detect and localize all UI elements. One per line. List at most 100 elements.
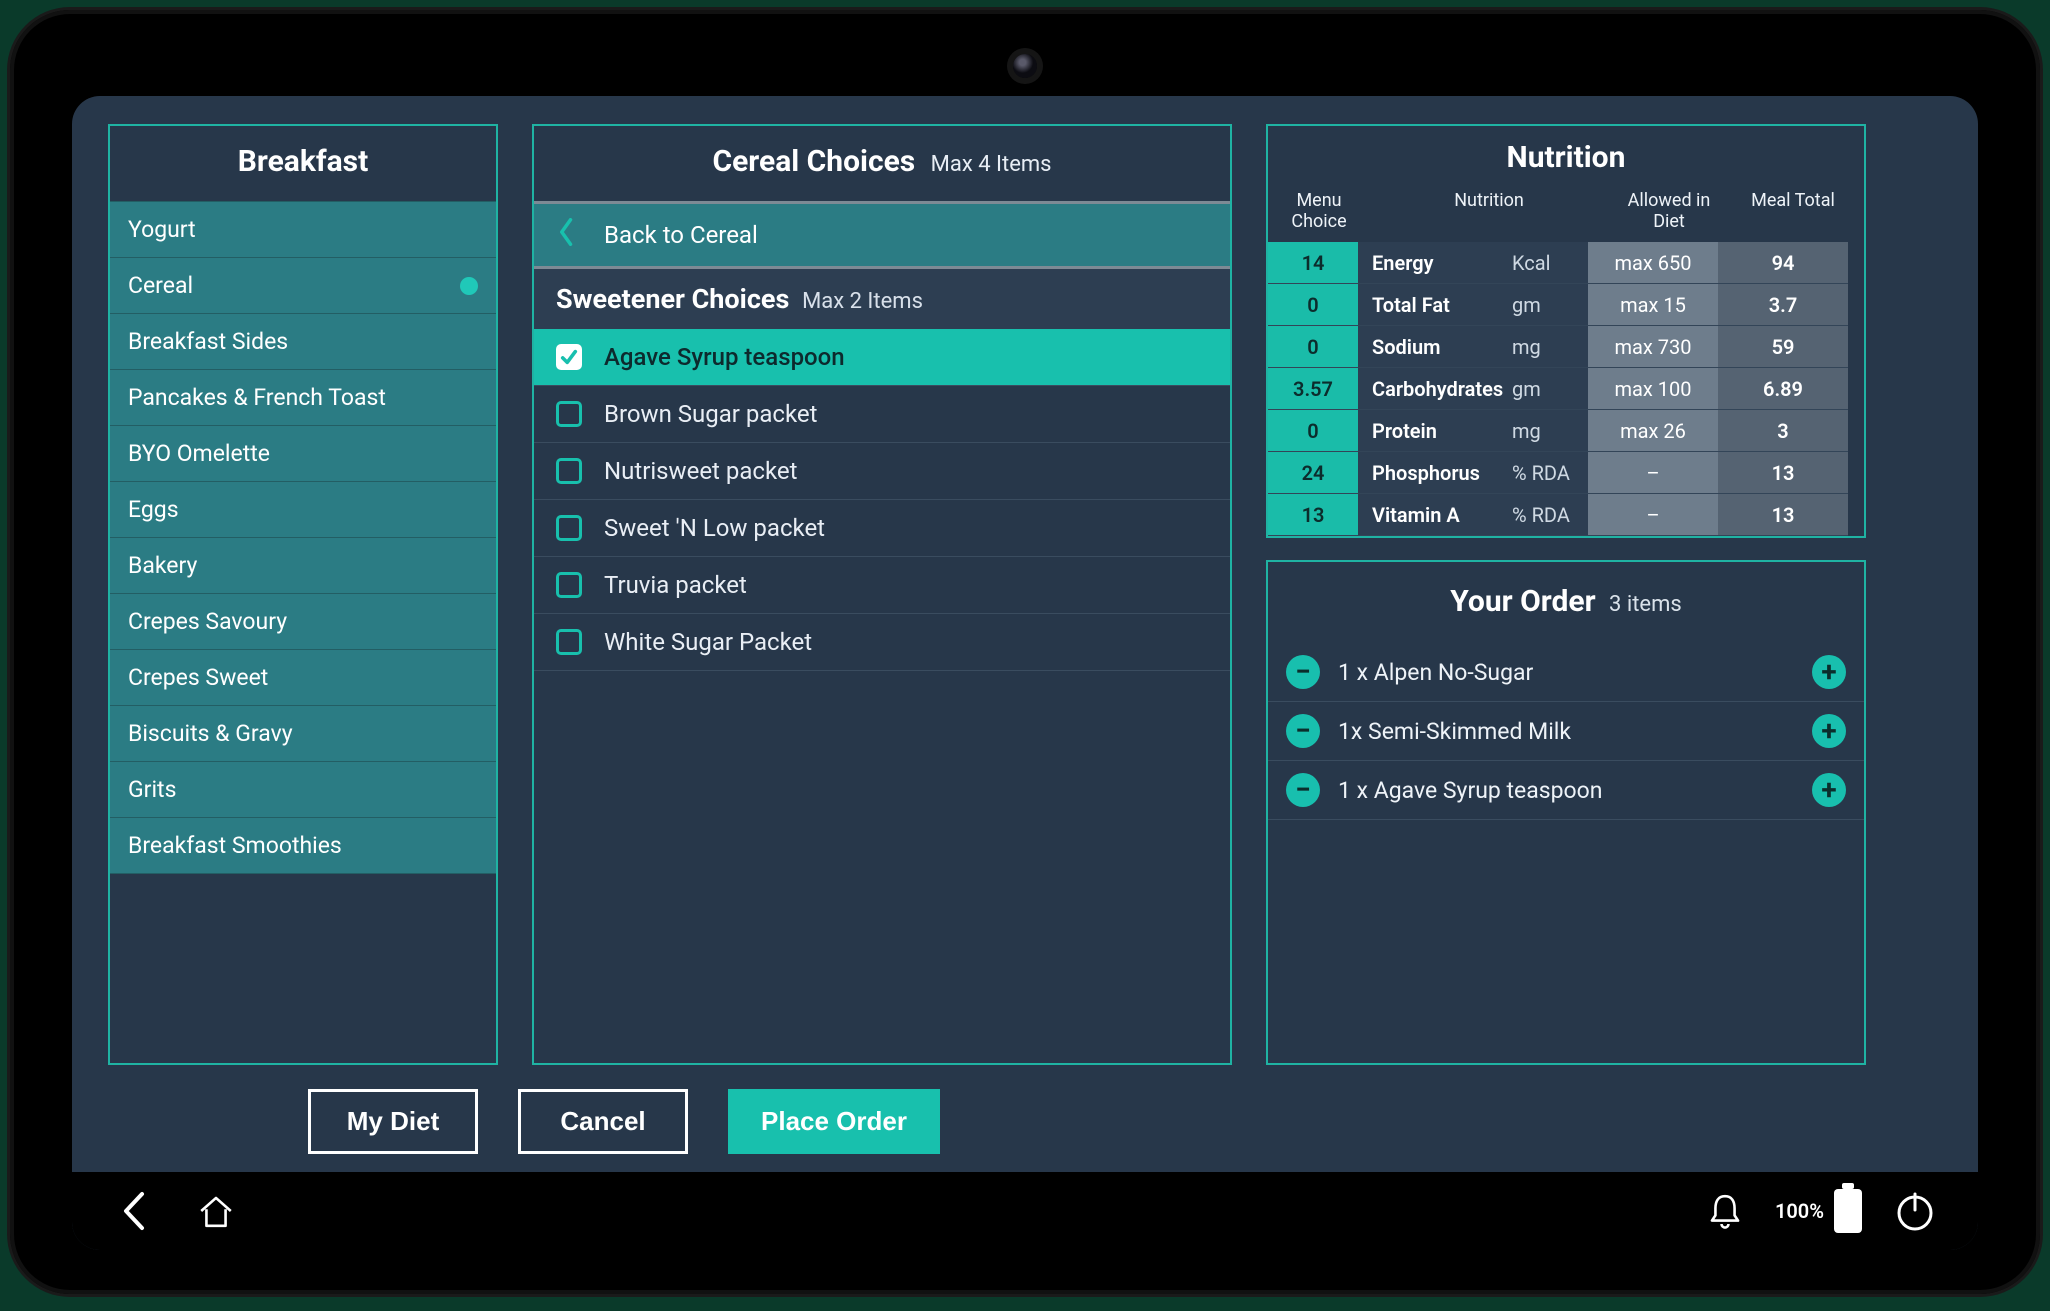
choice-item[interactable]: Sweet 'N Low packet bbox=[534, 500, 1230, 557]
nut-name: Protein bbox=[1358, 410, 1508, 452]
nutrition-row: 24Phosphorus% RDA–13 bbox=[1268, 452, 1864, 494]
nut-total: 3 bbox=[1718, 410, 1848, 452]
nutrition-row: 14EnergyKcalmax 65094 bbox=[1268, 242, 1864, 284]
sidebar-item-label: Pancakes & French Toast bbox=[128, 384, 386, 411]
sidebar-item-label: Yogurt bbox=[128, 216, 196, 243]
sidebar-item[interactable]: BYO Omelette bbox=[110, 425, 496, 481]
nut-allowed: – bbox=[1588, 452, 1718, 494]
nutrition-row: 0Sodiummgmax 73059 bbox=[1268, 326, 1864, 368]
nutrition-row: 3.57Carbohydratesgmmax 1006.89 bbox=[1268, 368, 1864, 410]
nut-allowed: – bbox=[1588, 494, 1718, 536]
choice-label: White Sugar Packet bbox=[604, 628, 812, 656]
action-bar: My Diet Cancel Place Order bbox=[108, 1065, 1232, 1154]
active-dot-icon bbox=[460, 277, 478, 295]
minus-icon[interactable]: − bbox=[1286, 655, 1320, 689]
sidebar-item-label: BYO Omelette bbox=[128, 440, 270, 467]
nut-name: Energy bbox=[1358, 242, 1508, 284]
choice-item[interactable]: Nutrisweet packet bbox=[534, 443, 1230, 500]
order-item-label: 1 x Agave Syrup teaspoon bbox=[1338, 777, 1794, 804]
nutrition-rows: 14EnergyKcalmax 650940Total Fatgmmax 153… bbox=[1268, 242, 1864, 536]
minus-icon[interactable]: − bbox=[1286, 714, 1320, 748]
sidebar-item-label: Crepes Savoury bbox=[128, 608, 287, 635]
subgroup-header: Sweetener Choices Max 2 Items bbox=[534, 269, 1230, 329]
sidebar-item-label: Breakfast Sides bbox=[128, 328, 288, 355]
sidebar-panel: Breakfast Yogurt Cereal Breakfast Sides Pan… bbox=[108, 124, 498, 1065]
checkbox-icon bbox=[556, 629, 582, 655]
back-to-cereal-button[interactable]: Back to Cereal bbox=[534, 201, 1230, 269]
choice-list: Agave Syrup teaspoonBrown Sugar packet Nu… bbox=[534, 329, 1230, 671]
plus-icon[interactable]: + bbox=[1812, 773, 1846, 807]
sidebar-item-label: Breakfast Smoothies bbox=[128, 832, 342, 859]
battery-icon bbox=[1834, 1189, 1862, 1233]
sidebar-item[interactable]: Crepes Savoury bbox=[110, 593, 496, 649]
choice-item[interactable]: White Sugar Packet bbox=[534, 614, 1230, 671]
battery-percent: 100% bbox=[1775, 1199, 1824, 1223]
nut-total: 13 bbox=[1718, 494, 1848, 536]
nut-unit: mg bbox=[1508, 410, 1588, 452]
nut-unit: % RDA bbox=[1508, 452, 1588, 494]
tablet-frame: Breakfast Yogurt Cereal Breakfast Sides Pan… bbox=[10, 10, 2040, 1294]
nut-total: 3.7 bbox=[1718, 284, 1848, 326]
bell-icon[interactable] bbox=[1705, 1191, 1745, 1231]
plus-icon[interactable]: + bbox=[1812, 714, 1846, 748]
choice-item[interactable]: Brown Sugar packet bbox=[534, 386, 1230, 443]
right-column: Nutrition Menu Choice Nutrition Allowed … bbox=[1266, 124, 1866, 1065]
sidebar-item-label: Crepes Sweet bbox=[128, 664, 268, 691]
nut-head-choice: Menu Choice bbox=[1274, 191, 1364, 232]
sidebar-item[interactable]: Breakfast Smoothies bbox=[110, 817, 496, 874]
nutrition-row: 0Proteinmgmax 263 bbox=[1268, 410, 1864, 452]
app-content: Breakfast Yogurt Cereal Breakfast Sides Pan… bbox=[72, 96, 1978, 1172]
back-icon[interactable] bbox=[112, 1188, 158, 1234]
choices-title-text: Cereal Choices bbox=[712, 144, 915, 179]
nut-name: Phosphorus bbox=[1358, 452, 1508, 494]
home-icon[interactable] bbox=[196, 1191, 236, 1231]
choice-label: Nutrisweet packet bbox=[604, 457, 797, 485]
nut-total: 13 bbox=[1718, 452, 1848, 494]
nut-allowed: max 730 bbox=[1588, 326, 1718, 368]
choice-item[interactable]: Agave Syrup teaspoon bbox=[534, 329, 1230, 386]
sidebar-item[interactable]: Crepes Sweet bbox=[110, 649, 496, 705]
nut-total: 59 bbox=[1718, 326, 1848, 368]
my-diet-button[interactable]: My Diet bbox=[308, 1089, 478, 1154]
sidebar-item[interactable]: Breakfast Sides bbox=[110, 313, 496, 369]
minus-icon[interactable]: − bbox=[1286, 773, 1320, 807]
place-order-button[interactable]: Place Order bbox=[728, 1089, 940, 1154]
sidebar-item[interactable]: Eggs bbox=[110, 481, 496, 537]
nut-total: 6.89 bbox=[1718, 368, 1848, 410]
sidebar-item[interactable]: Cereal bbox=[110, 257, 496, 313]
power-icon[interactable] bbox=[1892, 1188, 1938, 1234]
plus-icon[interactable]: + bbox=[1812, 655, 1846, 689]
camera-dot bbox=[1013, 54, 1037, 78]
sidebar-item-label: Bakery bbox=[128, 552, 197, 579]
sidebar-title: Breakfast bbox=[110, 126, 496, 201]
subgroup-sub: Max 2 Items bbox=[802, 289, 923, 314]
choice-item[interactable]: Truvia packet bbox=[534, 557, 1230, 614]
nut-allowed: max 650 bbox=[1588, 242, 1718, 284]
nut-unit: gm bbox=[1508, 284, 1588, 326]
nut-value: 24 bbox=[1268, 452, 1358, 494]
nut-unit: Kcal bbox=[1508, 242, 1588, 284]
nut-total: 94 bbox=[1718, 242, 1848, 284]
chevron-left-icon bbox=[558, 218, 576, 252]
nutrition-panel: Nutrition Menu Choice Nutrition Allowed … bbox=[1266, 124, 1866, 538]
order-title-sub: 3 items bbox=[1609, 592, 1682, 617]
order-items: −1 x Alpen No-Sugar+−1x Semi-Skimmed Mil… bbox=[1268, 643, 1864, 820]
sidebar-item[interactable]: Pancakes & French Toast bbox=[110, 369, 496, 425]
sidebar-item[interactable]: Bakery bbox=[110, 537, 496, 593]
sidebar-item-label: Grits bbox=[128, 776, 176, 803]
sidebar-item[interactable]: Yogurt bbox=[110, 201, 496, 257]
nutrition-row: 0Total Fatgmmax 153.7 bbox=[1268, 284, 1864, 326]
nut-unit: gm bbox=[1508, 368, 1588, 410]
nut-value: 0 bbox=[1268, 284, 1358, 326]
sidebar-item[interactable]: Biscuits & Gravy bbox=[110, 705, 496, 761]
choice-label: Truvia packet bbox=[604, 571, 747, 599]
nut-allowed: max 15 bbox=[1588, 284, 1718, 326]
order-item-label: 1 x Alpen No-Sugar bbox=[1338, 659, 1794, 686]
cancel-button[interactable]: Cancel bbox=[518, 1089, 688, 1154]
battery-indicator: 100% bbox=[1775, 1189, 1862, 1233]
sidebar-item[interactable]: Grits bbox=[110, 761, 496, 817]
screen: Breakfast Yogurt Cereal Breakfast Sides Pan… bbox=[72, 96, 1978, 1250]
nutrition-column-headers: Menu Choice Nutrition Allowed in Diet Me… bbox=[1268, 185, 1864, 242]
nut-value: 13 bbox=[1268, 494, 1358, 536]
order-item: −1 x Alpen No-Sugar + bbox=[1268, 643, 1864, 702]
